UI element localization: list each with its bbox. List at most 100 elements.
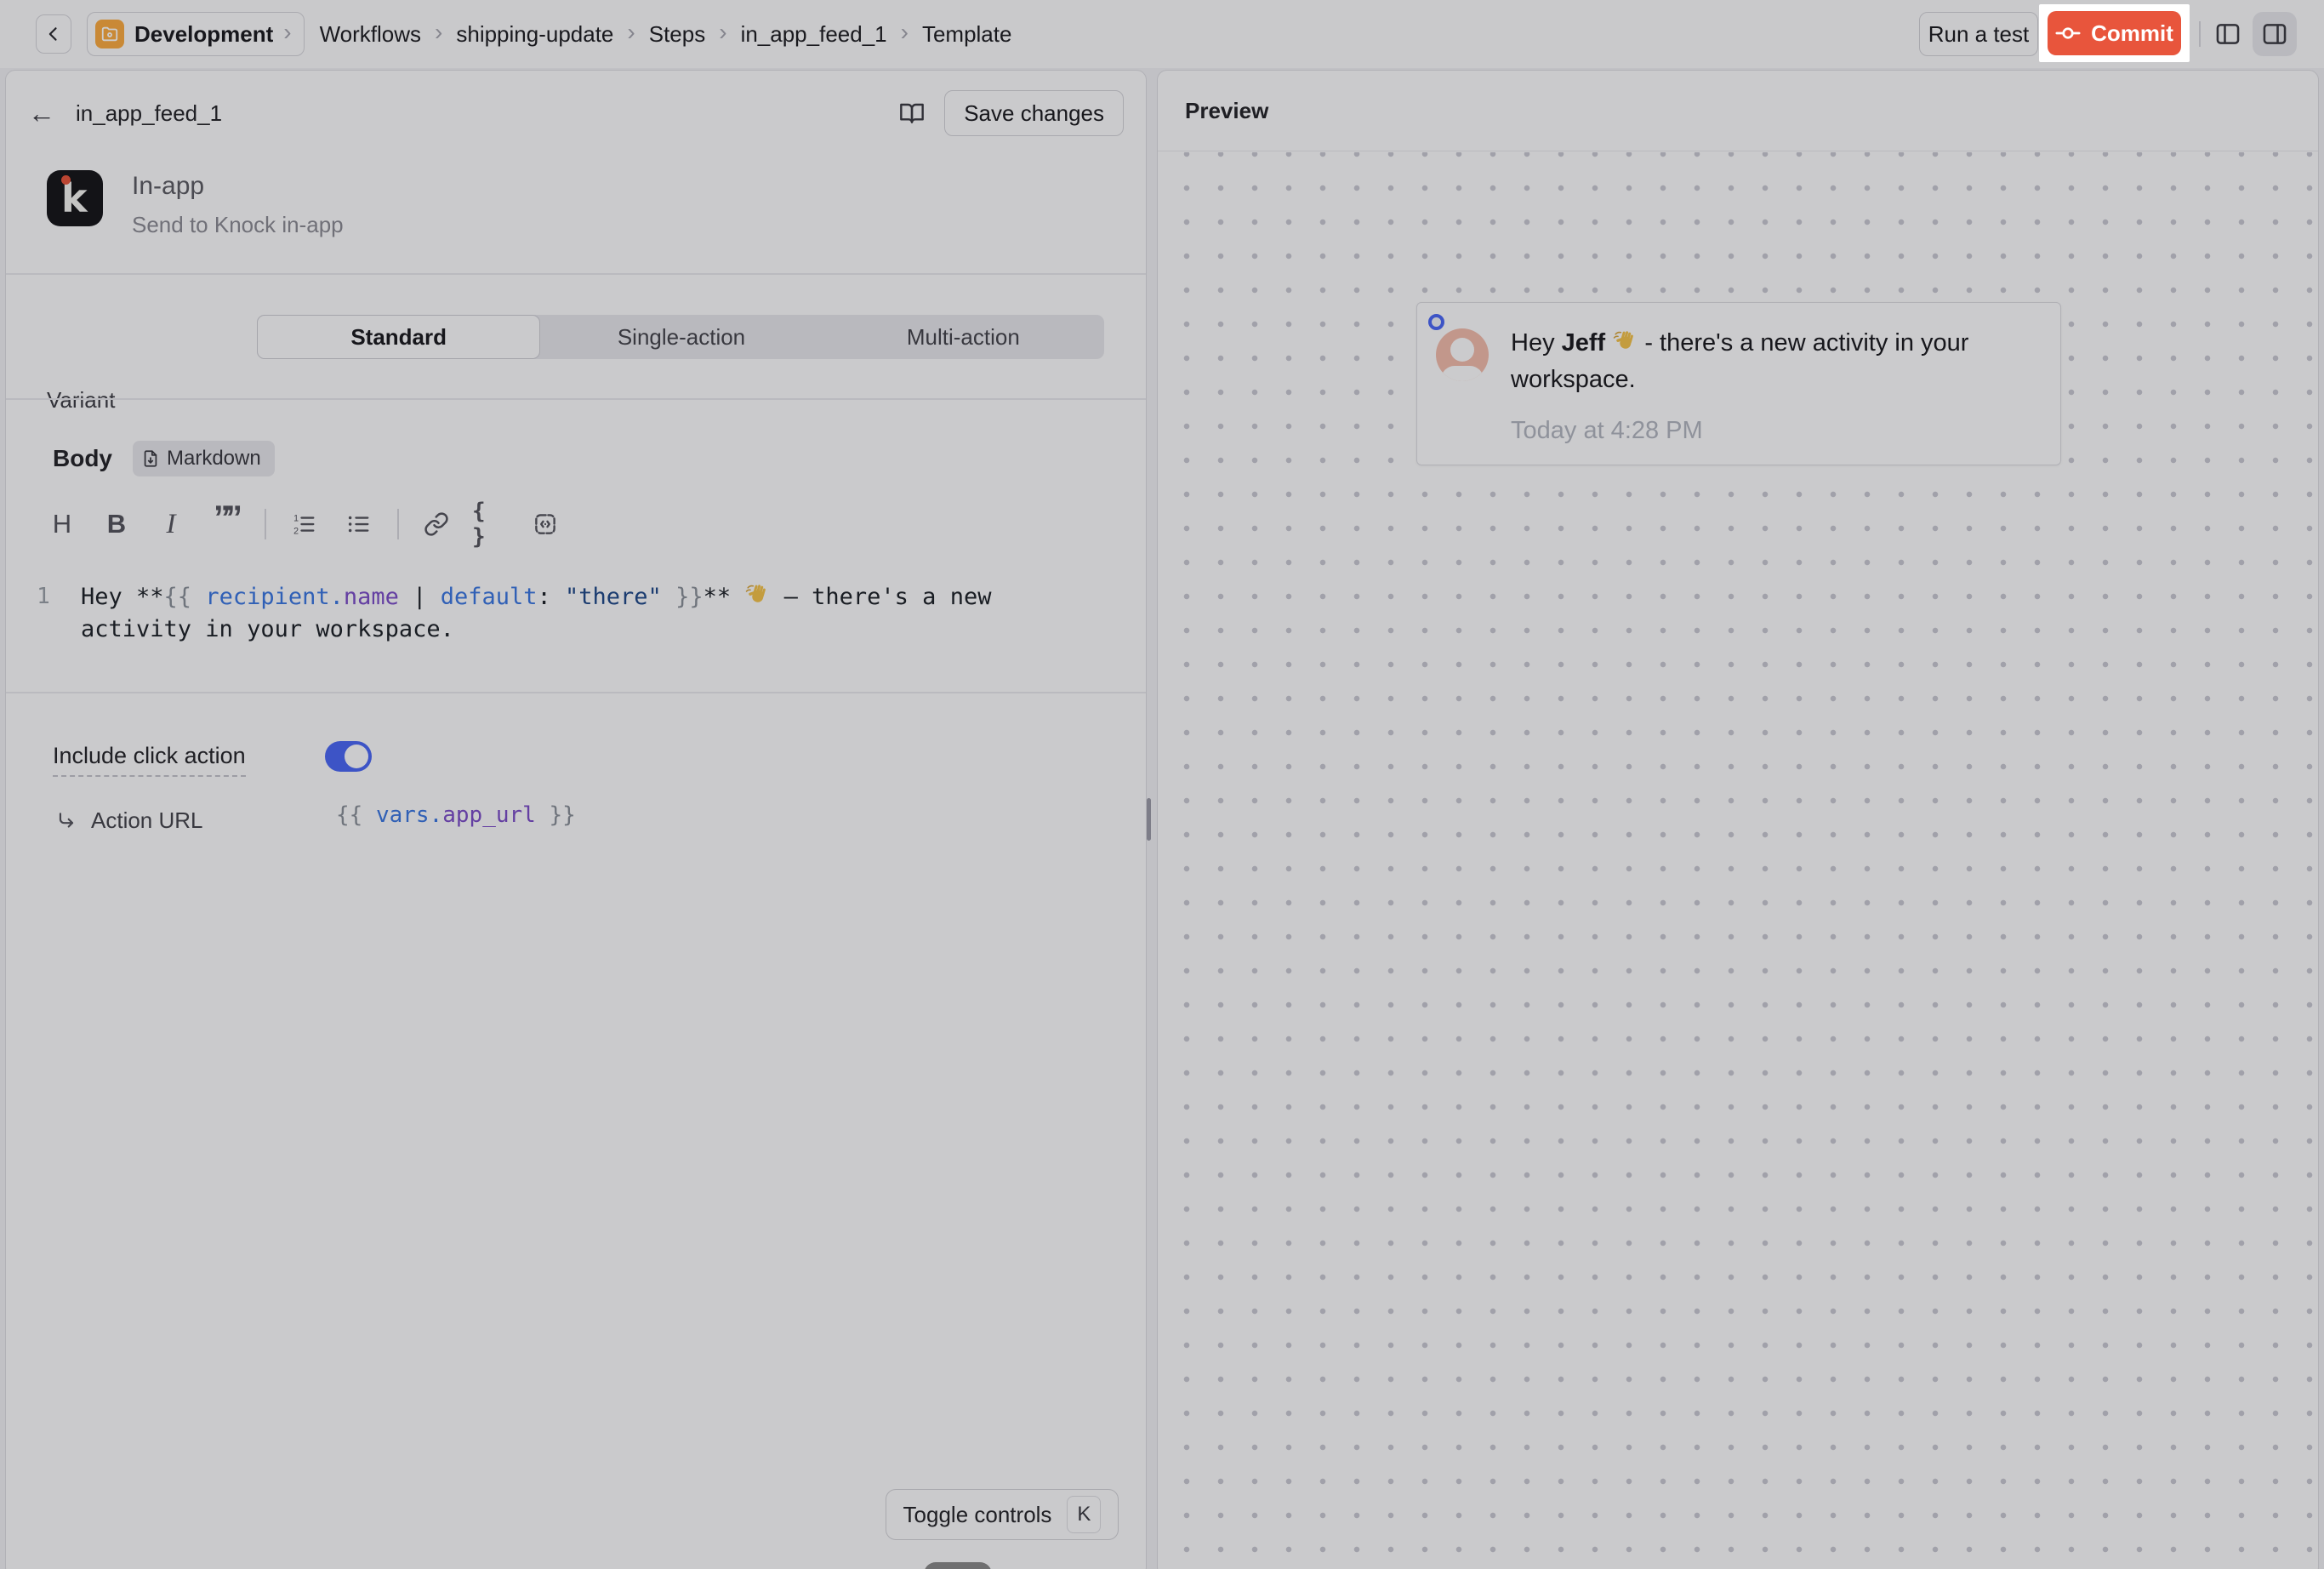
breadcrumb-separator-icon: › [435, 20, 442, 48]
bullet-list-icon [345, 511, 371, 537]
shortcut-key-badge: K [1067, 1496, 1101, 1533]
message-prefix: Hey [1511, 329, 1562, 357]
avatar-head-shape [1450, 338, 1474, 362]
action-url-label: Action URL [91, 807, 203, 834]
channel-info: k In-app Send to Knock in-app [47, 170, 344, 238]
heading-button[interactable]: H [43, 505, 81, 544]
knock-logo-dot [61, 175, 71, 185]
toolbar-divider [265, 509, 266, 539]
commit-button[interactable]: Commit [2048, 11, 2181, 55]
editor-line-number: 1 [6, 579, 81, 646]
avatar [1436, 328, 1489, 381]
toggle-knob [345, 745, 368, 768]
run-test-button[interactable]: Run a test [1919, 12, 2038, 56]
variant-option-multi-action[interactable]: Multi-action [823, 315, 1104, 359]
unread-indicator [1428, 314, 1444, 330]
toolbar-divider [397, 509, 399, 539]
wave-emoji-icon [744, 583, 770, 608]
click-action-toggle[interactable] [325, 741, 372, 772]
docs-button[interactable] [898, 100, 926, 127]
message-suffix-line2: workspace. [1511, 366, 1636, 393]
commit-label: Commit [2091, 20, 2173, 47]
code-block-button[interactable] [527, 505, 564, 544]
breadcrumb-separator-icon: › [627, 20, 635, 48]
markdown-format-badge[interactable]: Markdown [133, 441, 275, 476]
breadcrumb-workflow-key[interactable]: shipping-update [456, 21, 613, 48]
message-suffix-line1: - there's a new activity in your [1638, 329, 1968, 357]
formatting-toolbar: H B I ”” 12 { } [43, 503, 581, 545]
commit-spotlight: Commit [2039, 4, 2190, 62]
panel-back-button[interactable]: ← [28, 100, 55, 127]
svg-text:1: 1 [293, 513, 299, 523]
environment-label: Development [134, 21, 273, 48]
toggle-controls-button[interactable]: Toggle controls K [886, 1489, 1119, 1540]
preview-panel: Preview Hey Jeff - there's a new activit… [1157, 70, 2319, 1569]
topbar-divider [2199, 21, 2201, 47]
channel-description: Send to Knock in-app [132, 212, 344, 238]
environment-folder-icon [95, 20, 124, 48]
divider [6, 692, 1146, 693]
top-bar: Development › Workflows › shipping-updat… [0, 0, 2324, 68]
include-click-action-label: Include click action [53, 743, 246, 777]
knock-logo: k [47, 170, 103, 226]
panel-resize-handle[interactable] [1147, 798, 1151, 841]
toggle-controls-label: Toggle controls [903, 1502, 1052, 1528]
link-icon [424, 511, 449, 537]
svg-text:2: 2 [293, 526, 299, 536]
left-panel-toggle-button[interactable] [2213, 20, 2242, 48]
notification-timestamp: Today at 4:28 PM [1511, 417, 2036, 445]
breadcrumb-separator-icon: › [901, 20, 909, 48]
italic-button[interactable]: I [152, 505, 190, 544]
channel-title: In-app [132, 172, 344, 201]
breadcrumb-separator-icon: › [719, 20, 726, 48]
save-changes-button[interactable]: Save changes [944, 90, 1124, 136]
body-label: Body [53, 445, 112, 472]
corner-down-right-icon [55, 810, 77, 832]
back-button[interactable] [36, 14, 71, 54]
breadcrumb-steps[interactable]: Steps [649, 21, 706, 48]
editor-content[interactable]: Hey **{{ recipient.name | default: "ther… [81, 579, 1085, 646]
preview-title: Preview [1185, 98, 1268, 124]
breadcrumb-template[interactable]: Template [922, 21, 1012, 48]
wave-emoji-icon [1612, 329, 1638, 355]
variant-label: Variant [47, 387, 115, 414]
step-title: in_app_feed_1 [76, 100, 222, 127]
action-url-value[interactable]: {{ vars.app_url }} [336, 802, 576, 828]
file-down-icon [141, 449, 160, 468]
panel-left-icon [2213, 20, 2242, 48]
blockquote-button[interactable]: ”” [207, 505, 244, 544]
hidden-bottom-button[interactable] [924, 1562, 992, 1569]
notification-message: Hey Jeff - there's a new activity in you… [1511, 325, 2036, 398]
avatar-body-shape [1441, 366, 1484, 381]
breadcrumb: Development › Workflows › shipping-updat… [36, 0, 1011, 68]
breadcrumb-trail: Workflows › shipping-update › Steps › in… [320, 20, 1012, 48]
environment-pill[interactable]: Development › [87, 12, 305, 56]
divider [6, 398, 1146, 400]
variant-segmented-control: Standard Single-action Multi-action [257, 315, 1104, 359]
bold-button[interactable]: B [98, 505, 135, 544]
link-button[interactable] [418, 505, 455, 544]
code-editor[interactable]: 1 Hey **{{ recipient.name | default: "th… [6, 579, 1146, 646]
template-editor-panel: ← in_app_feed_1 Save changes k In-app Se… [5, 70, 1147, 1569]
notification-card: Hey Jeff - there's a new activity in you… [1416, 302, 2061, 465]
divider [6, 273, 1146, 275]
preview-header: Preview [1158, 71, 2318, 151]
variable-braces-button[interactable]: { } [472, 505, 510, 544]
ordered-list-button[interactable]: 12 [285, 505, 322, 544]
breadcrumb-workflows[interactable]: Workflows [320, 21, 421, 48]
breadcrumb-step-key[interactable]: in_app_feed_1 [741, 21, 887, 48]
code-block-icon [533, 511, 558, 537]
variant-option-standard[interactable]: Standard [257, 315, 540, 359]
commit-icon [2055, 20, 2081, 46]
code-tokens-a: Hey **{{ recipient.name | default: "ther… [81, 584, 744, 610]
book-open-icon [898, 100, 926, 127]
right-panel-toggle-button[interactable] [2253, 12, 2297, 56]
editor-panel-header: ← in_app_feed_1 Save changes [6, 71, 1146, 156]
recipient-name: Jeff [1562, 329, 1606, 357]
variant-option-single-action[interactable]: Single-action [540, 315, 822, 359]
panel-right-icon [2260, 20, 2289, 48]
chevron-left-icon [45, 26, 62, 43]
bullet-list-button[interactable] [339, 505, 377, 544]
action-url-row: Action URL [55, 807, 203, 834]
markdown-label: Markdown [167, 447, 261, 471]
